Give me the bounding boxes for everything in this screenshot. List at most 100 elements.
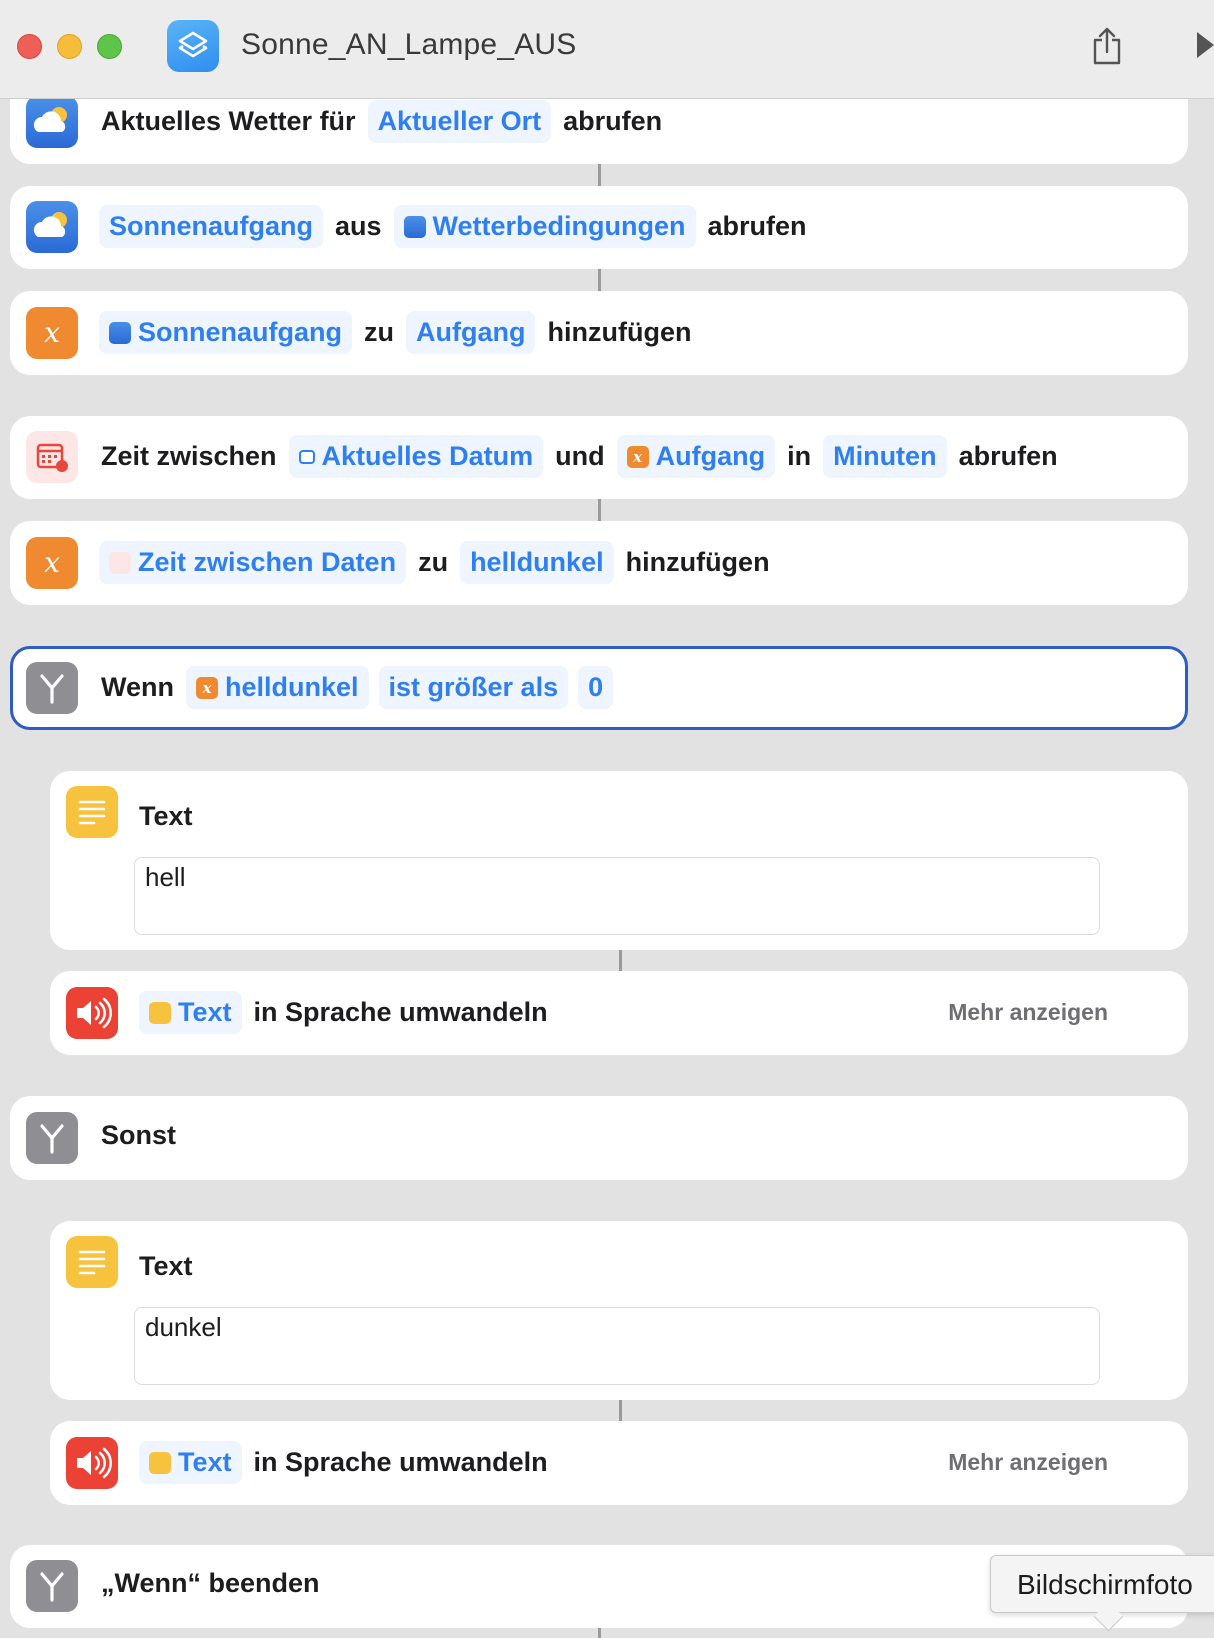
text-input[interactable]: dunkel bbox=[134, 1307, 1100, 1385]
action-speak-text[interactable]: Text in Sprache umwandeln Mehr anzeigen bbox=[50, 971, 1188, 1055]
helldunkel-variable[interactable]: x helldunkel bbox=[186, 666, 369, 709]
if-icon bbox=[26, 1112, 78, 1164]
variable-icon: x bbox=[26, 537, 78, 589]
action-text-block[interactable]: Text dunkel bbox=[50, 1221, 1188, 1400]
parameter-label: Aufgang bbox=[416, 317, 526, 347]
parameter-label: Zeit zwischen Daten bbox=[138, 547, 397, 577]
action-text: abrufen bbox=[563, 106, 663, 136]
action-sentence: Aktuelles Wetter für Aktueller Ort abruf… bbox=[99, 100, 664, 143]
action-text: in Sprache umwandeln bbox=[253, 1447, 548, 1477]
action-text: „Wenn“ beenden bbox=[101, 1568, 320, 1598]
parameter-label: Sonnenaufgang bbox=[138, 317, 342, 347]
action-sentence: Wenn x helldunkel ist größer als 0 bbox=[99, 666, 614, 709]
action-text: in Sprache umwandeln bbox=[253, 997, 548, 1027]
action-sentence: „Wenn“ beenden bbox=[99, 1568, 322, 1599]
calendar-icon bbox=[298, 449, 315, 464]
action-speak-text[interactable]: Text in Sprache umwandeln Mehr anzeigen bbox=[50, 1421, 1188, 1505]
connector-line bbox=[598, 269, 601, 291]
if-icon bbox=[26, 662, 78, 714]
connector-line bbox=[598, 1628, 601, 1638]
time-between-dates-variable[interactable]: Zeit zwischen Daten bbox=[99, 541, 407, 584]
weather-icon bbox=[403, 215, 426, 238]
text-icon bbox=[66, 786, 118, 838]
action-time-between-dates[interactable]: Zeit zwischen Aktuelles Datum und x Aufg… bbox=[10, 416, 1188, 499]
action-text: Zeit zwischen bbox=[101, 441, 277, 471]
aufgang-variable[interactable]: x Aufgang bbox=[616, 435, 776, 478]
parameter-label: Aktueller Ort bbox=[377, 106, 542, 136]
parameter-label: Sonnenaufgang bbox=[109, 211, 313, 241]
parameter-label: Wetterbedingungen bbox=[432, 211, 686, 241]
variable-name-parameter[interactable]: Aufgang bbox=[406, 311, 536, 354]
action-text: aus bbox=[335, 211, 382, 241]
connector-line bbox=[619, 950, 622, 971]
unit-parameter[interactable]: Minuten bbox=[823, 435, 947, 478]
action-text: und bbox=[555, 441, 605, 471]
text-variable[interactable]: Text bbox=[139, 991, 242, 1034]
share-icon[interactable] bbox=[1090, 26, 1124, 71]
show-more-button[interactable]: Mehr anzeigen bbox=[948, 1449, 1108, 1476]
weather-icon bbox=[26, 96, 78, 148]
number-parameter[interactable]: 0 bbox=[578, 666, 614, 709]
action-sentence: Zeit zwischen Daten zu helldunkel hinzuf… bbox=[99, 541, 772, 584]
action-sentence: Zeit zwischen Aktuelles Datum und x Aufg… bbox=[99, 435, 1060, 478]
weather-conditions-variable[interactable]: Wetterbedingungen bbox=[393, 205, 696, 248]
play-icon[interactable] bbox=[1195, 30, 1214, 65]
window-title: Sonne_AN_Lampe_AUS bbox=[241, 28, 577, 61]
action-add-to-variable[interactable]: x Zeit zwischen Daten zu helldunkel hinz… bbox=[10, 521, 1188, 605]
action-text: Sonst bbox=[101, 1120, 177, 1150]
shortcuts-icon bbox=[167, 20, 219, 72]
text-input[interactable]: hell bbox=[134, 857, 1100, 935]
close-window-button[interactable] bbox=[17, 34, 42, 59]
action-text: hinzufügen bbox=[625, 547, 770, 577]
text-variable[interactable]: Text bbox=[139, 1441, 242, 1484]
condition-parameter[interactable]: ist größer als bbox=[378, 666, 569, 709]
connector-line bbox=[598, 499, 601, 521]
parameter-label: Minuten bbox=[833, 441, 937, 471]
action-sentence: Sonst bbox=[99, 1120, 178, 1151]
detail-parameter[interactable]: Sonnenaufgang bbox=[99, 205, 323, 248]
weather-icon bbox=[26, 201, 78, 253]
parameter-label: helldunkel bbox=[225, 672, 359, 702]
action-sentence: Text in Sprache umwandeln bbox=[139, 1441, 550, 1484]
action-text: abrufen bbox=[707, 211, 807, 241]
action-title: Text bbox=[139, 1251, 193, 1281]
sunrise-variable[interactable]: Sonnenaufgang bbox=[99, 311, 352, 354]
parameter-label: Text bbox=[178, 997, 232, 1027]
parameter-label: ist größer als bbox=[388, 672, 559, 702]
show-more-button[interactable]: Mehr anzeigen bbox=[948, 999, 1108, 1026]
action-text: abrufen bbox=[958, 441, 1058, 471]
minimize-window-button[interactable] bbox=[57, 34, 82, 59]
action-sentence: Sonnenaufgang zu Aufgang hinzufügen bbox=[99, 311, 693, 354]
current-date-variable[interactable]: Aktuelles Datum bbox=[288, 435, 544, 478]
action-text: Wenn bbox=[101, 672, 174, 702]
action-otherwise[interactable]: Sonst bbox=[10, 1096, 1188, 1180]
connector-line bbox=[619, 1400, 622, 1421]
calendar-icon bbox=[26, 431, 78, 483]
parameter-label: Text bbox=[178, 1447, 232, 1477]
parameter-label: 0 bbox=[588, 672, 604, 702]
maximize-window-button[interactable] bbox=[97, 34, 122, 59]
if-icon bbox=[26, 1560, 78, 1612]
svg-text:x: x bbox=[44, 546, 60, 579]
action-text: zu bbox=[418, 547, 449, 577]
text-icon bbox=[66, 1236, 118, 1288]
title-bar: Sonne_AN_Lampe_AUS bbox=[0, 0, 1214, 99]
parameter-label: Aktuelles Datum bbox=[321, 441, 534, 471]
action-get-weather-detail[interactable]: Sonnenaufgang aus Wetterbedingungen abru… bbox=[10, 186, 1188, 269]
action-if[interactable]: Wenn x helldunkel ist größer als 0 bbox=[10, 646, 1188, 730]
action-text-block[interactable]: Text hell bbox=[50, 771, 1188, 950]
location-parameter[interactable]: Aktueller Ort bbox=[367, 100, 552, 143]
action-title: Text bbox=[139, 801, 193, 831]
action-text: in bbox=[787, 441, 812, 471]
action-sentence: Sonnenaufgang aus Wetterbedingungen abru… bbox=[99, 205, 809, 248]
action-add-to-variable[interactable]: x Sonnenaufgang zu Aufgang hinzufügen bbox=[10, 291, 1188, 375]
action-sentence: Text in Sprache umwandeln bbox=[139, 991, 550, 1034]
connector-line bbox=[598, 164, 601, 186]
speaker-icon bbox=[66, 987, 118, 1039]
variable-icon: x bbox=[626, 445, 649, 468]
text-icon bbox=[149, 1001, 171, 1024]
variable-name-parameter[interactable]: helldunkel bbox=[460, 541, 614, 584]
svg-text:x: x bbox=[44, 316, 60, 349]
parameter-label: Aufgang bbox=[655, 441, 766, 471]
action-text: zu bbox=[364, 317, 394, 347]
